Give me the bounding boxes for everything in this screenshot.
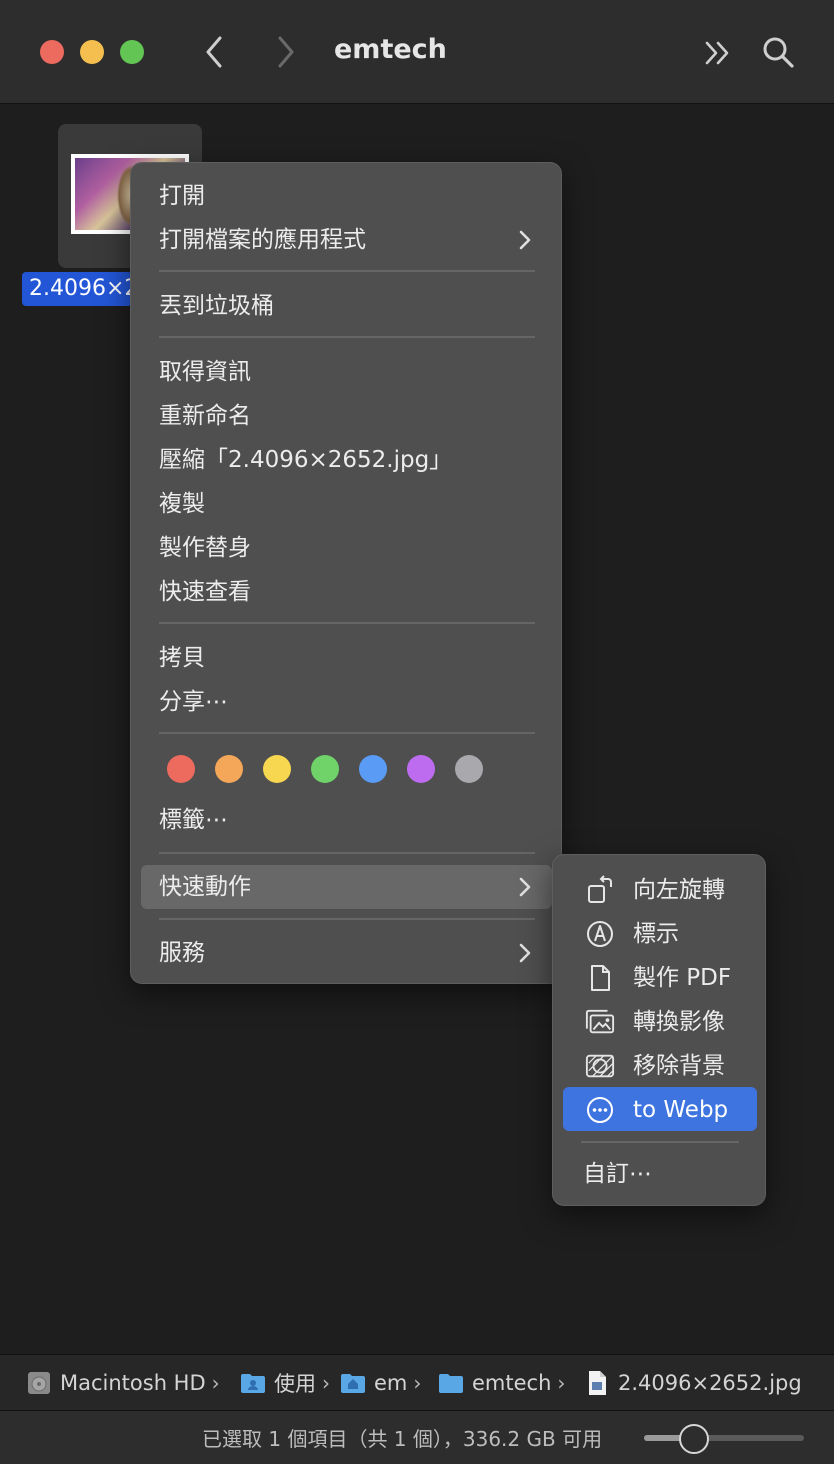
hard-drive-icon xyxy=(28,1372,50,1394)
menu-item-make-alias[interactable]: 製作替身 xyxy=(159,531,251,565)
path-item-label: Macintosh HD xyxy=(60,1371,206,1395)
tag-yellow[interactable] xyxy=(263,755,291,783)
path-separator: › xyxy=(413,1371,422,1395)
file-name-label[interactable]: 2.4096×2652.jpg xyxy=(22,272,132,306)
toolbar-overflow-button[interactable] xyxy=(698,34,736,72)
status-bar: 已選取 1 個項目（共 1 個），336.2 GB 可用 xyxy=(0,1410,834,1464)
menu-item-open-with[interactable]: 打開檔案的應用程式 xyxy=(159,223,366,257)
menu-item-services[interactable]: 服務 xyxy=(159,936,205,970)
menu-divider xyxy=(159,622,535,624)
menu-divider xyxy=(159,852,535,854)
quick-action-label: 轉換影像 xyxy=(633,1009,725,1035)
quick-action-label: 向左旋轉 xyxy=(633,877,725,903)
home-folder-icon xyxy=(341,1374,365,1393)
menu-divider xyxy=(159,270,535,272)
menu-divider xyxy=(159,732,535,734)
path-item-label: 2.4096×2652.jpg xyxy=(618,1371,802,1395)
close-window-button[interactable] xyxy=(40,40,64,64)
quick-actions-submenu: 向左旋轉 標示 製作 PDF 轉換影像 移除背景 to Webp 自訂⋯ xyxy=(552,854,766,1206)
tag-orange[interactable] xyxy=(215,755,243,783)
menu-item-move-to-trash[interactable]: 丟到垃圾桶 xyxy=(159,289,274,323)
menu-divider xyxy=(581,1141,739,1143)
chevron-right-icon xyxy=(278,36,294,68)
search-icon xyxy=(763,37,794,68)
path-item-users[interactable]: 使用 › xyxy=(240,1367,330,1399)
menu-divider xyxy=(159,918,535,920)
rotate-left-icon xyxy=(588,875,612,903)
quick-action-label: 移除背景 xyxy=(633,1053,725,1079)
chevron-right-icon xyxy=(519,877,531,897)
finder-window: emtech 2.4096×2652.jpg 打開 打開檔案的應用程式 丟到垃圾… xyxy=(0,0,834,1464)
minimize-window-button[interactable] xyxy=(80,40,104,64)
quick-action-create-pdf[interactable]: 製作 PDF xyxy=(553,957,767,999)
jpeg-file-icon xyxy=(589,1371,606,1395)
tag-green[interactable] xyxy=(311,755,339,783)
status-text: 已選取 1 個項目（共 1 個），336.2 GB 可用 xyxy=(202,1427,603,1451)
quick-action-markup[interactable]: 標示 xyxy=(553,913,767,955)
quick-action-customize[interactable]: 自訂⋯ xyxy=(583,1157,652,1191)
menu-item-quick-look[interactable]: 快速查看 xyxy=(159,575,251,609)
menu-item-share[interactable]: 分享⋯ xyxy=(159,685,228,719)
chevron-left-icon xyxy=(206,36,222,68)
icon-size-slider[interactable] xyxy=(644,1424,804,1454)
chevron-right-icon xyxy=(519,230,531,250)
path-bar: Macintosh HD › 使用 › em › emtech › 2.4096×265… xyxy=(0,1354,834,1410)
back-button[interactable] xyxy=(194,32,234,72)
double-chevron-right-icon xyxy=(705,41,729,65)
menu-item-copy[interactable]: 拷貝 xyxy=(159,641,205,675)
slider-knob[interactable] xyxy=(679,1424,710,1454)
tag-blue[interactable] xyxy=(359,755,387,783)
folder-icon xyxy=(439,1374,463,1393)
document-icon xyxy=(591,965,610,991)
window-title: emtech xyxy=(334,34,447,65)
quick-action-convert-image[interactable]: 轉換影像 xyxy=(553,1001,767,1043)
tag-purple[interactable] xyxy=(407,755,435,783)
search-button[interactable] xyxy=(758,32,798,72)
path-item-label: em xyxy=(374,1371,408,1395)
quick-action-label: 標示 xyxy=(633,921,679,947)
path-item-macintosh-hd[interactable]: Macintosh HD › xyxy=(26,1367,220,1399)
tag-gray[interactable] xyxy=(455,755,483,783)
quick-action-to-webp[interactable]: to Webp xyxy=(553,1089,767,1131)
menu-item-tags[interactable]: 標籤⋯ xyxy=(159,803,228,837)
remove-background-icon xyxy=(585,1054,615,1078)
path-separator: › xyxy=(557,1371,566,1395)
menu-item-open[interactable]: 打開 xyxy=(159,179,205,213)
quick-action-label: to Webp xyxy=(633,1097,729,1123)
forward-button[interactable] xyxy=(266,32,306,72)
path-separator: › xyxy=(322,1371,330,1395)
tag-red[interactable] xyxy=(167,755,195,783)
users-folder-icon xyxy=(241,1374,265,1393)
path-separator: › xyxy=(211,1371,220,1395)
path-item-file[interactable]: 2.4096×2652.jpg xyxy=(584,1367,802,1399)
path-item-emtech[interactable]: emtech › xyxy=(438,1367,565,1399)
menu-item-quick-actions[interactable]: 快速動作 xyxy=(159,870,251,904)
menu-item-get-info[interactable]: 取得資訊 xyxy=(159,355,251,389)
path-item-label: emtech xyxy=(472,1371,552,1395)
menu-item-rename[interactable]: 重新命名 xyxy=(159,399,251,433)
path-item-label: 使用 xyxy=(274,1372,316,1396)
more-circle-icon xyxy=(587,1097,613,1123)
path-item-home[interactable]: em › xyxy=(340,1367,421,1399)
quick-action-rotate-left[interactable]: 向左旋轉 xyxy=(553,869,767,911)
menu-item-compress[interactable]: 壓縮「2.4096×2652.jpg」 xyxy=(159,443,452,477)
toolbar: emtech xyxy=(0,0,834,104)
zoom-window-button[interactable] xyxy=(120,40,144,64)
menu-divider xyxy=(159,336,535,338)
quick-action-label: 製作 PDF xyxy=(633,965,732,991)
quick-action-remove-background[interactable]: 移除背景 xyxy=(553,1045,767,1087)
markup-icon xyxy=(587,921,613,947)
convert-image-icon xyxy=(585,1009,615,1034)
menu-item-duplicate[interactable]: 複製 xyxy=(159,487,205,521)
context-menu: 打開 打開檔案的應用程式 丟到垃圾桶 取得資訊 重新命名 壓縮「2.4096×2… xyxy=(130,162,562,984)
chevron-right-icon xyxy=(519,943,531,963)
